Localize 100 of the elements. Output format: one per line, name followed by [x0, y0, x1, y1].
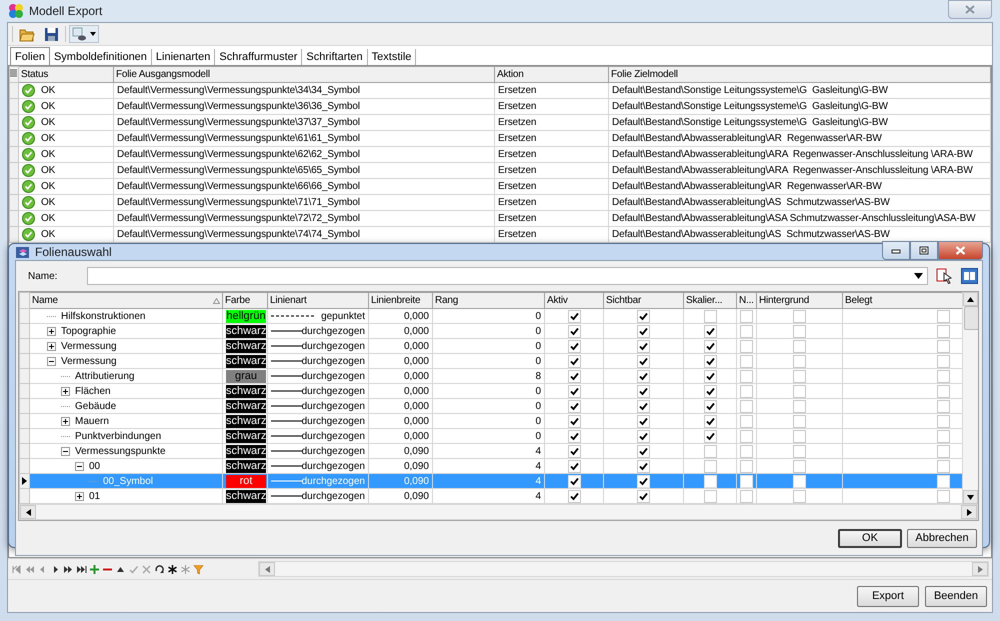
filter-icon[interactable] — [193, 564, 204, 574]
checkbox[interactable] — [937, 414, 950, 428]
scrollbar[interactable] — [962, 292, 978, 504]
checkbox[interactable] — [568, 354, 580, 368]
checkbox[interactable] — [937, 444, 950, 458]
column-header[interactable]: Linienbreite — [368, 292, 432, 308]
layer-name[interactable]: 01 — [87, 490, 102, 502]
checkbox[interactable] — [704, 384, 716, 398]
pick-icon[interactable] — [936, 268, 953, 284]
previous-page-icon[interactable] — [24, 564, 35, 574]
expand-icon[interactable] — [61, 416, 70, 426]
checkbox[interactable] — [740, 444, 753, 458]
asterisk-icon[interactable] — [167, 564, 178, 574]
checkbox[interactable] — [704, 414, 716, 428]
checkbox[interactable] — [568, 444, 580, 458]
checkbox[interactable] — [937, 490, 950, 502]
checkbox[interactable] — [637, 474, 650, 488]
column-header[interactable]: Belegt — [842, 292, 962, 308]
checkbox[interactable] — [740, 384, 753, 398]
checkbox[interactable] — [793, 400, 806, 412]
checkbox[interactable] — [637, 430, 650, 442]
checkbox[interactable] — [637, 370, 650, 382]
checkbox[interactable] — [937, 310, 950, 322]
checkbox[interactable] — [637, 490, 650, 502]
collapse-icon[interactable] — [75, 462, 84, 470]
checkbox[interactable] — [793, 340, 806, 352]
scroll-down-icon[interactable] — [967, 494, 974, 500]
close-button[interactable] — [938, 241, 983, 260]
checkbox[interactable] — [568, 430, 580, 442]
checkbox[interactable] — [637, 400, 650, 412]
checkbox[interactable] — [793, 430, 806, 442]
scroll-left-icon[interactable] — [26, 508, 30, 516]
checkbox[interactable] — [568, 490, 580, 502]
expand-icon[interactable] — [61, 386, 70, 396]
column-header[interactable]: Aktion — [494, 66, 608, 82]
checkbox[interactable] — [937, 474, 950, 488]
column-header[interactable]: Sichtbar — [604, 292, 684, 308]
checkbox[interactable] — [637, 444, 650, 458]
checkbox[interactable] — [568, 460, 580, 472]
column-header[interactable]: Skalier... — [684, 292, 736, 308]
layer-name[interactable]: Mauern — [73, 416, 111, 426]
column-chooser[interactable] — [10, 66, 18, 82]
layer-name[interactable]: 00 — [87, 460, 102, 472]
checkbox[interactable] — [793, 444, 806, 458]
action-button[interactable]: Export — [857, 586, 919, 606]
checkbox[interactable] — [740, 324, 753, 338]
checkbox[interactable] — [704, 340, 716, 352]
first-icon[interactable] — [11, 564, 22, 574]
checkbox[interactable] — [793, 370, 806, 382]
checkbox[interactable] — [637, 340, 650, 352]
checkbox[interactable] — [704, 310, 716, 322]
checkbox[interactable] — [637, 310, 650, 322]
checkbox[interactable] — [637, 324, 650, 338]
checkbox[interactable] — [793, 324, 806, 338]
checkbox[interactable] — [937, 370, 950, 382]
column-header[interactable]: Status — [18, 66, 114, 82]
checkbox[interactable] — [568, 400, 580, 412]
checkbox[interactable] — [740, 460, 753, 472]
tab[interactable]: Folien — [10, 47, 50, 65]
checkbox[interactable] — [740, 340, 753, 352]
column-header[interactable]: Farbe — [222, 292, 268, 308]
checkbox[interactable] — [637, 354, 650, 368]
last-icon[interactable] — [76, 564, 87, 574]
scroll-right-icon[interactable] — [966, 508, 972, 516]
checkbox[interactable] — [793, 384, 806, 398]
close-button[interactable] — [948, 0, 992, 18]
checkbox[interactable] — [704, 324, 716, 338]
minimize-button[interactable] — [882, 241, 910, 260]
check-icon[interactable] — [128, 564, 139, 574]
dropdown-icon[interactable] — [914, 273, 923, 279]
layer-name[interactable]: Flächen — [73, 386, 113, 396]
dialog-button[interactable]: OK — [838, 528, 902, 548]
checkbox[interactable] — [568, 310, 580, 322]
book-icon[interactable] — [961, 268, 978, 284]
column-header[interactable]: N... — [736, 292, 756, 308]
column-header[interactable]: Linienart — [268, 292, 368, 308]
checkbox[interactable] — [937, 340, 950, 352]
checkbox[interactable] — [793, 310, 806, 322]
checkbox[interactable] — [704, 400, 716, 412]
maximize-button[interactable] — [910, 241, 938, 260]
column-header[interactable]: Name — [30, 292, 222, 308]
checkbox[interactable] — [637, 460, 650, 472]
checkbox[interactable] — [793, 354, 806, 368]
scroll-up-icon[interactable] — [967, 296, 974, 302]
expand-icon[interactable] — [75, 492, 84, 500]
checkbox[interactable] — [637, 384, 650, 398]
checkbox[interactable] — [937, 384, 950, 398]
refresh-icon[interactable] — [154, 564, 165, 574]
collapse-icon[interactable] — [61, 446, 70, 456]
action-button[interactable]: Beenden — [925, 586, 987, 606]
checkbox[interactable] — [740, 474, 753, 488]
dialog-button[interactable]: Abbrechen — [907, 528, 977, 548]
view-dropdown[interactable] — [69, 25, 99, 43]
column-chooser-icon[interactable] — [10, 68, 17, 78]
checkbox[interactable] — [793, 490, 806, 502]
checkbox[interactable] — [740, 354, 753, 368]
scroll-thumb[interactable] — [964, 306, 978, 330]
checkbox[interactable] — [704, 370, 716, 382]
checkbox[interactable] — [740, 414, 753, 428]
expand-icon[interactable] — [47, 342, 56, 350]
